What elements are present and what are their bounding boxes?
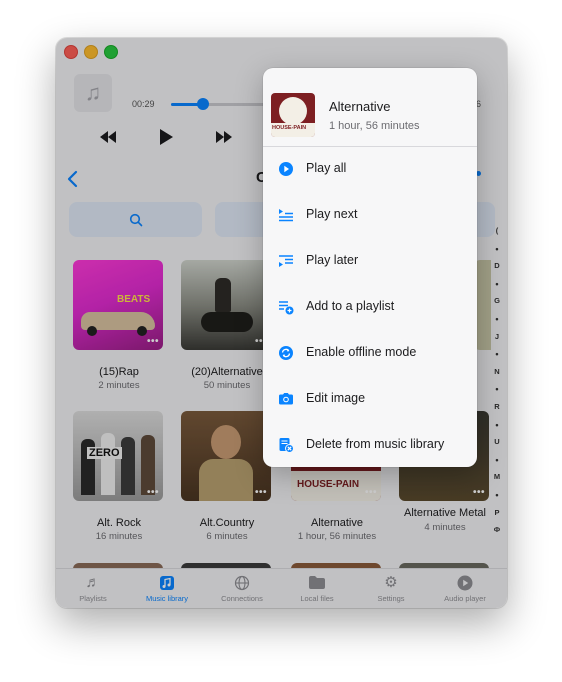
context-menu-art-text: HOUSE-PAIN — [272, 125, 307, 131]
menu-item-label: Delete from music library — [306, 437, 445, 451]
camera-icon — [278, 391, 294, 407]
sync-icon — [278, 345, 294, 361]
context-menu-header: HOUSE-PAIN Alternative 1 hour, 56 minute… — [263, 68, 477, 147]
menu-item-label: Edit image — [306, 391, 366, 405]
menu-item-label: Play next — [306, 207, 358, 221]
menu-item-play-later[interactable]: Play later — [263, 238, 477, 284]
menu-item-label: Add to a playlist — [306, 299, 395, 313]
album-context-menu: HOUSE-PAIN Alternative 1 hour, 56 minute… — [263, 68, 477, 467]
menu-item-label: Enable offline mode — [306, 345, 417, 359]
add-playlist-icon — [278, 299, 294, 315]
play-next-icon — [278, 207, 294, 223]
play-circle-icon — [278, 161, 294, 177]
menu-item-play-all[interactable]: Play all — [263, 146, 477, 192]
menu-item-label: Play later — [306, 253, 359, 267]
menu-item-add-to-playlist[interactable]: Add to a playlist — [263, 284, 477, 330]
menu-item-enable-offline-mode[interactable]: Enable offline mode — [263, 330, 477, 376]
context-menu-title: Alternative — [329, 99, 391, 114]
play-later-icon — [278, 253, 294, 269]
menu-item-delete-from-library[interactable]: Delete from music library — [263, 422, 477, 468]
menu-item-edit-image[interactable]: Edit image — [263, 376, 477, 422]
menu-item-play-next[interactable]: Play next — [263, 192, 477, 238]
context-menu-subtitle: 1 hour, 56 minutes — [329, 120, 420, 132]
context-menu-album-art: HOUSE-PAIN — [271, 93, 315, 137]
delete-library-icon — [278, 437, 294, 453]
menu-item-label: Play all — [306, 161, 347, 175]
